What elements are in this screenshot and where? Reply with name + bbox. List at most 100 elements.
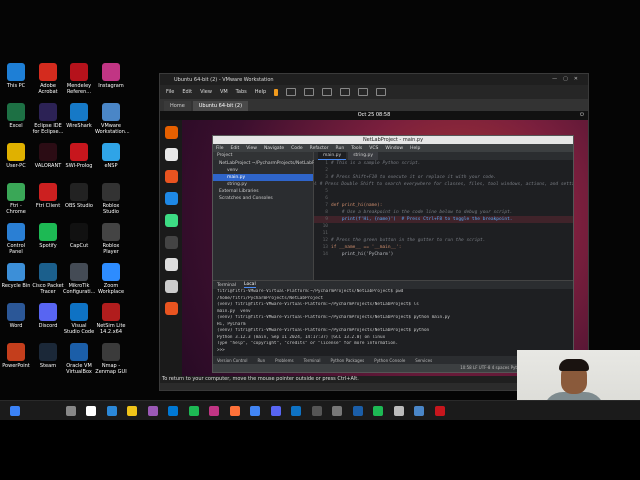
desktop-icon[interactable]: Mendeley Referen...: [63, 63, 95, 95]
taskbar-app-icon[interactable]: [352, 406, 363, 416]
ide-menu-item[interactable]: Edit: [231, 146, 240, 151]
desktop-icon[interactable]: Recycle Bin: [0, 263, 32, 289]
tab-home[interactable]: Home: [164, 101, 191, 111]
ide-menu-item[interactable]: Code: [291, 146, 303, 151]
desktop-icon[interactable]: OBS Studio: [63, 183, 95, 209]
desktop-icon[interactable]: PowerPoint: [0, 343, 32, 369]
tool-window-button[interactable]: Services: [415, 358, 432, 363]
desktop-icon[interactable]: Ftri Client: [32, 183, 64, 209]
menu-vm[interactable]: VM: [220, 89, 228, 95]
terminal-tab[interactable]: Terminal: [217, 283, 236, 288]
manager-icon[interactable]: [322, 88, 333, 96]
terminal-panel[interactable]: Terminal Local fitri@fitri-VMware-Virtua…: [213, 280, 573, 357]
menu-help[interactable]: Help: [255, 89, 266, 95]
menu-tabs[interactable]: Tabs: [236, 89, 247, 95]
dock-app-icon[interactable]: [164, 302, 178, 315]
desktop-icon[interactable]: Zoom Workplace: [95, 263, 127, 295]
desktop-icon[interactable]: Oracle VM VirtualBox: [63, 343, 95, 375]
code-line[interactable]: 4 # Press Double Shift to search everywhe…: [314, 181, 573, 188]
code-line[interactable]: 1 # This is a sample Python script.: [314, 160, 573, 167]
project-tree-item[interactable]: main.py: [213, 174, 313, 181]
code-editor[interactable]: main.py string.py 1 # This is a sample Py…: [314, 152, 573, 280]
window-controls[interactable]: —▢✕: [552, 76, 584, 82]
ide-menu-item[interactable]: Refactor: [310, 146, 329, 151]
dock-app-icon[interactable]: [164, 148, 178, 161]
desktop-icon[interactable]: CapCut: [63, 223, 95, 249]
code-line[interactable]: 6: [314, 195, 573, 202]
taskbar-app-icon[interactable]: [106, 406, 117, 416]
code-line[interactable]: 14 print_hi('PyCharm'): [314, 251, 573, 258]
vmware-titlebar[interactable]: Ubuntu 64-bit (2) - VMware Workstation —…: [160, 74, 588, 85]
desktop-icon[interactable]: eNSP: [95, 143, 127, 169]
ide-menu-item[interactable]: Tools: [351, 146, 362, 151]
desktop-icon[interactable]: SWI-Prolog: [63, 143, 95, 169]
pause-icon[interactable]: [274, 88, 279, 96]
project-tree-item[interactable]: NetLabProject ~/PycharmProjects/NetLabPr…: [213, 160, 327, 167]
taskbar-app-icon[interactable]: [373, 406, 383, 416]
desktop-icon[interactable]: VALORANT: [32, 143, 64, 169]
taskbar-app-icon[interactable]: [393, 406, 404, 416]
code-line[interactable]: 5: [314, 188, 573, 195]
terminal-tab-local[interactable]: Local: [244, 282, 256, 288]
taskbar-app-icon[interactable]: [209, 406, 219, 416]
taskbar-app-icon[interactable]: [168, 406, 178, 416]
dock-app-icon[interactable]: [164, 126, 178, 139]
revert-icon[interactable]: [304, 88, 315, 96]
desktop-icon[interactable]: Word: [0, 303, 32, 329]
code-line[interactable]: 10: [314, 223, 573, 230]
taskbar-app-icon[interactable]: [188, 406, 199, 416]
taskbar-app-icon[interactable]: [250, 406, 260, 416]
snapshot-icon[interactable]: [286, 88, 297, 96]
ide-menu-item[interactable]: VCS: [369, 146, 378, 151]
ide-menu-item[interactable]: Help: [410, 146, 420, 151]
clock[interactable]: Oct 25 08:58: [358, 112, 391, 118]
desktop-icon[interactable]: Excel: [0, 103, 32, 129]
tab-ubuntu[interactable]: Ubuntu 64-bit (2): [192, 101, 249, 111]
desktop-icon[interactable]: Spotify: [32, 223, 64, 249]
project-header[interactable]: Project: [213, 152, 313, 160]
desktop-icon[interactable]: Instagram: [95, 63, 127, 89]
tool-window-button[interactable]: Terminal: [304, 358, 321, 363]
desktop-icon[interactable]: Steam: [32, 343, 64, 369]
code-line[interactable]: 11: [314, 230, 573, 237]
ide-menu-item[interactable]: File: [216, 146, 224, 151]
ide-menu-item[interactable]: Run: [336, 146, 345, 151]
ide-menu-item[interactable]: Window: [385, 146, 403, 151]
project-tree-item[interactable]: Scratches and Consoles: [213, 195, 313, 202]
editor-tab-main[interactable]: main.py: [318, 152, 347, 160]
dock-app-icon[interactable]: [164, 170, 178, 183]
desktop-icon[interactable]: VMware Workstation...: [95, 103, 130, 135]
code-line[interactable]: 12 # Press the green button in the gutter…: [314, 237, 573, 244]
tool-window-button[interactable]: Run: [257, 358, 265, 363]
dock-app-icon[interactable]: [164, 280, 178, 293]
desktop-icon[interactable]: User-PC: [0, 143, 32, 169]
taskbar-app-icon[interactable]: [147, 406, 158, 416]
desktop-icon[interactable]: Cisco Packet Tracer: [32, 263, 64, 295]
project-tree-item[interactable]: venv: [213, 167, 313, 174]
dock-app-icon[interactable]: [164, 258, 178, 271]
console-icon[interactable]: [376, 88, 387, 96]
desktop-icon[interactable]: Control Panel: [0, 223, 32, 255]
tool-window-button[interactable]: Problems: [275, 358, 293, 363]
unity-icon[interactable]: [358, 88, 369, 96]
ubuntu-desktop[interactable]: Oct 25 08:58 ⏻ NetLabProject - main.py F…: [160, 111, 590, 383]
code-line[interactable]: 13 if __name__ == '__main__':: [314, 244, 573, 251]
system-tray-icons[interactable]: ⏻: [580, 111, 584, 120]
tool-window-button[interactable]: Python Console: [374, 358, 405, 363]
taskbar-app-icon[interactable]: [65, 406, 76, 416]
dock-app-icon[interactable]: [164, 192, 178, 205]
code-line[interactable]: 7 def print_hi(name):: [314, 202, 573, 209]
taskbar-app-icon[interactable]: [414, 406, 424, 416]
desktop-icon[interactable]: MikroTik Configurati...: [63, 263, 95, 295]
tool-window-button[interactable]: Python Packages: [330, 358, 364, 363]
taskbar-app-icon[interactable]: [434, 406, 445, 416]
desktop-icon[interactable]: Visual Studio Code: [63, 303, 95, 335]
taskbar-app-icon[interactable]: [291, 406, 301, 416]
desktop-icon[interactable]: Adobe Acrobat: [32, 63, 64, 95]
taskbar-app-icon[interactable]: [229, 406, 240, 416]
desktop-icon[interactable]: Eclipse IDE for Eclipse...: [32, 103, 64, 135]
ide-menu-item[interactable]: View: [246, 146, 257, 151]
taskbar-app-icon[interactable]: [270, 406, 281, 416]
menu-view[interactable]: View: [200, 89, 212, 95]
ide-menu-item[interactable]: Navigate: [264, 146, 284, 151]
